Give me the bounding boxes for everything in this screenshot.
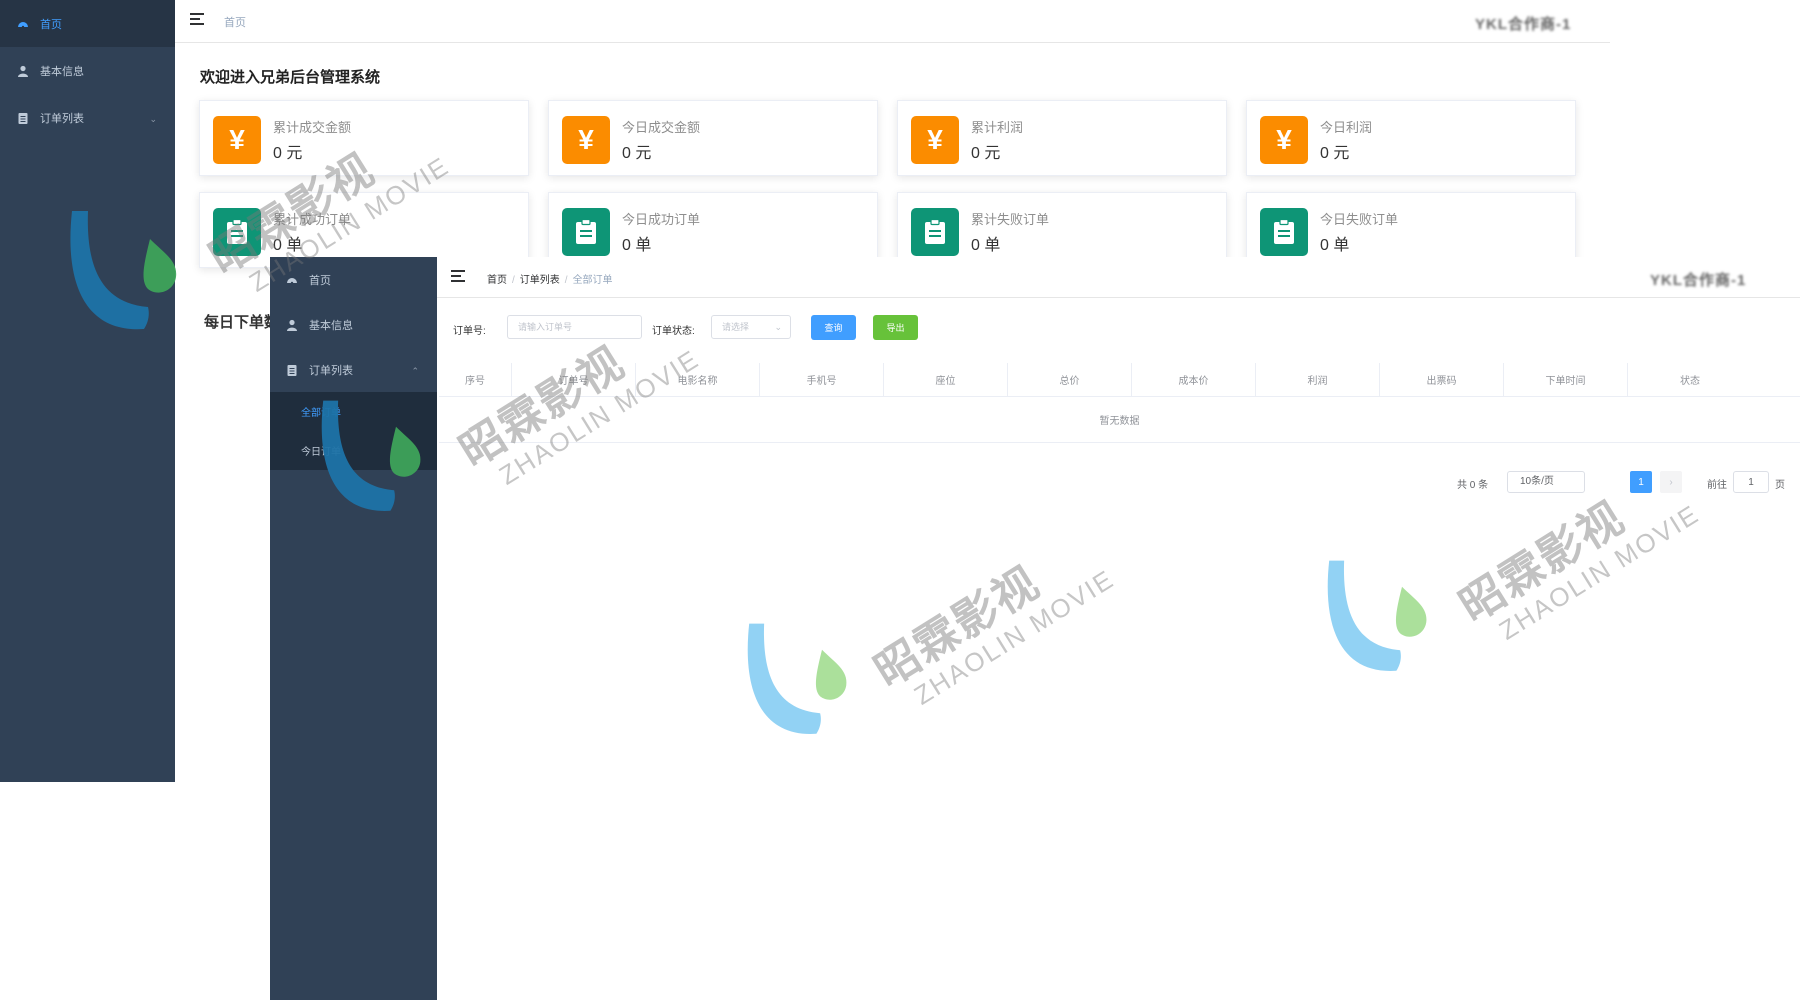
column-header[interactable]: 成本价: [1132, 363, 1256, 396]
yen-icon: ¥: [562, 116, 610, 164]
sidebar-item-label: 首页: [40, 18, 62, 31]
order-submenu: 全部订单 今日订单: [270, 392, 437, 470]
order-status-placeholder: 请选择: [722, 322, 750, 332]
pagination-total: 共 0 条: [1457, 480, 1489, 491]
yen-icon: ¥: [213, 116, 261, 164]
stat-label: 今日成功订单: [622, 212, 701, 227]
breadcrumb-current: 全部订单: [572, 275, 613, 286]
dashboard-icon: [286, 274, 298, 286]
page-suffix: 页: [1775, 480, 1785, 491]
chevron-up-icon: ⌃: [411, 365, 419, 376]
yen-icon: ¥: [1260, 116, 1308, 164]
sidebar-item-order-list[interactable]: 订单列表 ⌄: [0, 94, 175, 141]
stat-label: 今日成交金额: [622, 120, 701, 135]
stat-value: 0 单: [971, 237, 1001, 254]
column-header[interactable]: 出票码: [1380, 363, 1504, 396]
clipboard-icon: [1260, 208, 1308, 256]
stat-label: 累计失败订单: [971, 212, 1050, 227]
sidebar-item-label: 首页: [309, 274, 331, 287]
submenu-item-today-orders[interactable]: 今日订单: [270, 431, 437, 470]
orders-window: 首页 基本信息 订单列表 ⌃ 全部订单 今日订单 首页 / 订单列表 / 全部订…: [270, 257, 1800, 1000]
daily-orders-title: 每日下单数: [204, 314, 280, 331]
page-button-current[interactable]: 1: [1630, 471, 1652, 493]
column-header[interactable]: 利润: [1256, 363, 1380, 396]
column-header[interactable]: 手机号: [760, 363, 884, 396]
stat-value: 0 单: [273, 237, 303, 254]
query-button[interactable]: 查询: [811, 315, 856, 340]
order-status-select[interactable]: 请选择 ⌄: [711, 315, 791, 339]
breadcrumb: 首页 / 订单列表 / 全部订单: [487, 275, 613, 286]
chevron-down-icon: ⌄: [149, 113, 157, 124]
clipboard-icon: [286, 364, 298, 376]
page-title: 欢迎进入兄弟后台管理系统: [200, 69, 381, 86]
export-button[interactable]: 导出: [873, 315, 918, 340]
sidebar-item-label: 基本信息: [309, 319, 353, 332]
yen-icon: ¥: [911, 116, 959, 164]
chevron-down-icon: ⌄: [774, 322, 782, 332]
sidebar-item-basic-info[interactable]: 基本信息: [0, 47, 175, 94]
order-no-input[interactable]: 请输入订单号: [507, 315, 642, 339]
stat-card-total-profit: ¥ 累计利润 0 元: [897, 100, 1227, 176]
stat-value: 0 元: [1320, 145, 1350, 162]
hamburger-icon[interactable]: [451, 270, 465, 282]
submenu-item-all-orders[interactable]: 全部订单: [270, 392, 437, 431]
column-header[interactable]: 座位: [884, 363, 1008, 396]
goto-page-input[interactable]: 1: [1733, 471, 1769, 493]
stat-value: 0 单: [622, 237, 652, 254]
user-icon: [17, 65, 29, 77]
goto-label: 前往: [1707, 480, 1727, 491]
user-icon: [286, 319, 298, 331]
hamburger-icon[interactable]: [190, 13, 204, 25]
stat-label: 累计成交金额: [273, 120, 352, 135]
table-empty-text: 暂无数据: [439, 397, 1800, 443]
clipboard-icon: [562, 208, 610, 256]
sidebar-item-label: 基本信息: [40, 65, 84, 78]
column-header[interactable]: 序号: [439, 363, 512, 396]
chevron-right-icon: ›: [1669, 476, 1673, 488]
column-header[interactable]: 订单号: [512, 363, 636, 396]
sidebar-item-basic-info[interactable]: 基本信息: [270, 302, 437, 347]
next-page-button[interactable]: ›: [1660, 471, 1682, 493]
clipboard-icon: [213, 208, 261, 256]
column-header[interactable]: 状态: [1628, 363, 1752, 396]
stat-label: 累计成功订单: [273, 212, 352, 227]
stat-card-today-profit: ¥ 今日利润 0 元: [1246, 100, 1576, 176]
page-size-select[interactable]: 10条/页: [1507, 471, 1585, 493]
stat-value: 0 元: [622, 145, 652, 162]
stat-label: 今日利润: [1320, 120, 1373, 135]
dashboard-topbar: 首页 YKL合作商-1: [175, 0, 1610, 43]
sidebar-item-home[interactable]: 首页: [0, 0, 175, 47]
stat-value: 0 元: [273, 145, 303, 162]
stat-value: 0 元: [971, 145, 1001, 162]
stat-label: 今日失败订单: [1320, 212, 1399, 227]
dashboard-icon: [17, 18, 29, 30]
orders-topbar: 首页 / 订单列表 / 全部订单 YKL合作商-1: [437, 257, 1800, 298]
sidebar-item-label: 订单列表: [309, 364, 353, 377]
stat-card-total-amount: ¥ 累计成交金额 0 元: [199, 100, 529, 176]
breadcrumb-order-list[interactable]: 订单列表: [520, 275, 560, 286]
user-name[interactable]: YKL合作商-1: [1650, 269, 1746, 290]
sidebar-item-home[interactable]: 首页: [270, 257, 437, 302]
column-header[interactable]: 下单时间: [1504, 363, 1628, 396]
order-no-label: 订单号:: [453, 326, 486, 337]
sidebar-item-label: 订单列表: [40, 112, 84, 125]
stat-label: 累计利润: [971, 120, 1024, 135]
clipboard-icon: [911, 208, 959, 256]
stat-value: 0 单: [1320, 237, 1350, 254]
sidebar-item-order-list[interactable]: 订单列表 ⌃: [270, 347, 437, 392]
user-name[interactable]: YKL合作商-1: [1475, 13, 1571, 34]
stat-card-today-amount: ¥ 今日成交金额 0 元: [548, 100, 878, 176]
order-status-label: 订单状态:: [652, 326, 695, 337]
orders-table-header: 序号 订单号 电影名称 手机号 座位 总价 成本价 利润 出票码 下单时间 状态: [439, 363, 1800, 397]
column-header[interactable]: 电影名称: [636, 363, 760, 396]
clipboard-icon: [17, 112, 29, 124]
breadcrumb-home[interactable]: 首页: [487, 275, 507, 286]
dashboard-sidebar: 首页 基本信息 订单列表 ⌄: [0, 0, 175, 782]
screenshot-stage: 首页 基本信息 订单列表 ⌄ 首页 YKL合作商-1 欢迎进入兄弟后台管理系统 …: [0, 0, 1800, 1000]
orders-sidebar: 首页 基本信息 订单列表 ⌃ 全部订单 今日订单: [270, 257, 437, 1000]
breadcrumb[interactable]: 首页: [224, 14, 246, 30]
column-header[interactable]: 总价: [1008, 363, 1132, 396]
